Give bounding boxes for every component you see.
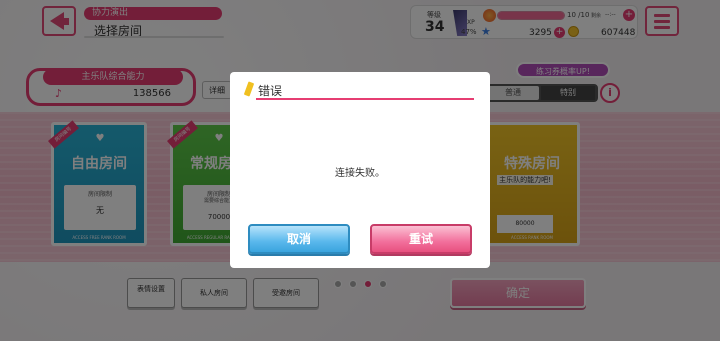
- dialog-title-underline: [256, 98, 474, 100]
- retry-button[interactable]: 重试: [370, 224, 472, 254]
- pencil-icon: [243, 81, 255, 97]
- dialog-title: 错误: [258, 84, 283, 98]
- error-dialog: 错误 连接失败。 取消 重试: [230, 72, 490, 268]
- cancel-button[interactable]: 取消: [248, 224, 350, 254]
- dialog-message: 连接失败。: [335, 168, 385, 179]
